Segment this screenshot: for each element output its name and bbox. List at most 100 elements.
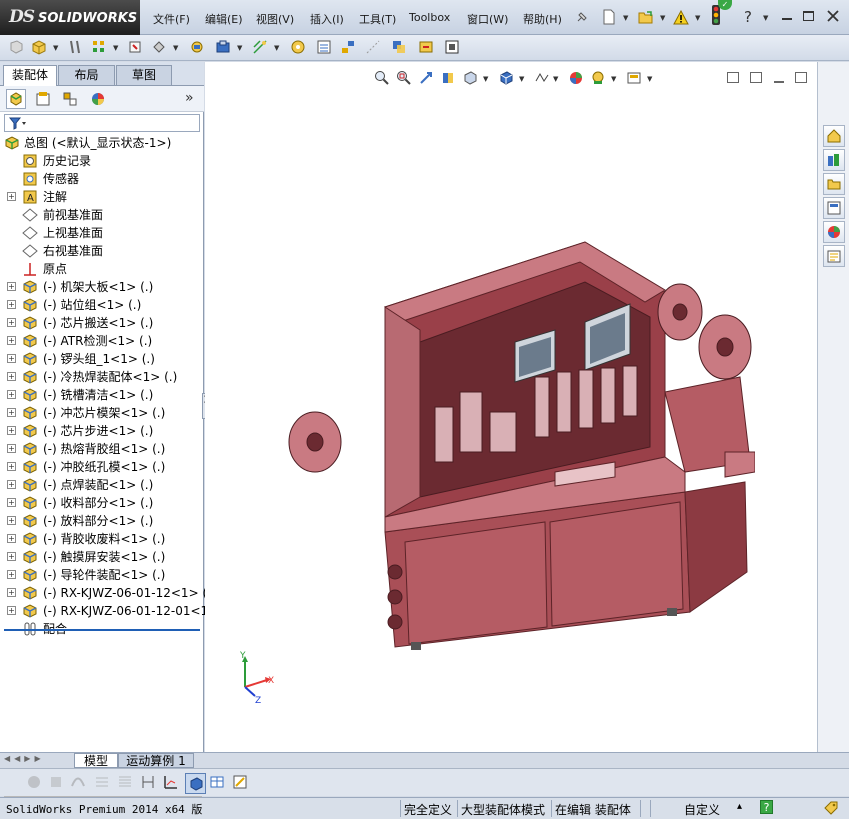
tree-node-label[interactable]: 历史记录 xyxy=(43,152,91,170)
help-icon[interactable]: ? xyxy=(744,8,752,26)
tree-expand-icon[interactable]: + xyxy=(7,282,16,291)
orientation-dropdown-icon[interactable]: ▼ xyxy=(519,75,524,83)
tree-node-label[interactable]: (-) RX-KJWZ-06-01-12<1> (A xyxy=(43,584,215,602)
annotation-dropdown-icon[interactable]: ▼ xyxy=(483,75,488,83)
tree-node-label[interactable]: 传感器 xyxy=(43,170,79,188)
zebra-stripes-icon[interactable] xyxy=(116,773,134,791)
tree-expand-icon[interactable]: + xyxy=(7,426,16,435)
warning-dropdown-icon[interactable]: ▼ xyxy=(695,14,700,22)
display-manager-icon[interactable] xyxy=(88,89,108,109)
assembly-model-view[interactable] xyxy=(285,172,755,652)
view-palette-icon[interactable] xyxy=(823,197,845,219)
tree-node-label[interactable]: (-) 放料部分<1> (.) xyxy=(43,512,153,530)
rebuild-warning-icon[interactable] xyxy=(672,8,690,26)
configuration-manager-icon[interactable] xyxy=(60,89,80,109)
tree-node[interactable]: 上视基准面 xyxy=(0,224,204,242)
tree-node-label[interactable]: (-) 冲芯片模架<1> (.) xyxy=(43,404,165,422)
move-component-icon[interactable] xyxy=(150,38,168,56)
tree-node[interactable]: + (-) 背胶收废料<1> (.) xyxy=(0,530,204,548)
viewport-minimize-button[interactable] xyxy=(774,81,784,83)
window-minimize-button[interactable] xyxy=(782,18,792,20)
solidworks-resources-icon[interactable] xyxy=(823,125,845,147)
help-dropdown-icon[interactable]: ▼ xyxy=(763,14,768,22)
tree-node-label[interactable]: (-) 站位组<1> (.) xyxy=(43,296,141,314)
menu-file[interactable]: 文件(F) xyxy=(153,11,190,27)
curvature-icon[interactable] xyxy=(69,773,87,791)
tree-expand-icon[interactable]: + xyxy=(7,606,16,615)
design-library-icon[interactable] xyxy=(823,149,845,171)
menu-tools[interactable]: 工具(T) xyxy=(359,11,396,27)
new-part-icon[interactable] xyxy=(30,38,48,56)
tree-node[interactable]: + (-) 导轮件装配<1> (.) xyxy=(0,566,204,584)
zoom-to-fit-icon[interactable] xyxy=(373,69,391,87)
tree-node[interactable]: 历史记录 xyxy=(0,152,204,170)
menu-edit[interactable]: 编辑(E) xyxy=(205,11,243,27)
shaded-view-icon[interactable] xyxy=(185,773,206,794)
tree-node[interactable]: + (-) 冲胶纸孔模<1> (.) xyxy=(0,458,204,476)
expand-panel-icon[interactable]: » xyxy=(185,90,194,106)
tree-expand-icon[interactable]: + xyxy=(7,390,16,399)
tree-node[interactable]: + (-) RX-KJWZ-06-01-12<1> (A xyxy=(0,584,215,602)
tree-node[interactable]: 右视基准面 xyxy=(0,242,204,260)
tree-expand-icon[interactable]: + xyxy=(7,480,16,489)
dimension-icon[interactable] xyxy=(139,773,157,791)
tree-node[interactable]: + (-) 锣头组_1<1> (.) xyxy=(0,350,204,368)
viewport-restore-button[interactable] xyxy=(795,72,807,83)
table-view-icon[interactable] xyxy=(208,773,226,791)
tree-node-label[interactable]: (-) 收料部分<1> (.) xyxy=(43,494,153,512)
tree-node[interactable]: 原点 xyxy=(0,260,204,278)
menu-window[interactable]: 窗口(W) xyxy=(467,11,508,27)
tree-node[interactable]: + (-) 触摸屏安装<1> (.) xyxy=(0,548,204,566)
graphics-area[interactable]: ▼ ▼ ▼ ▼ ▼ Y X Z xyxy=(205,62,831,752)
insert-component-icon[interactable] xyxy=(7,38,25,56)
mate-icon[interactable] xyxy=(66,38,84,56)
hidden-lines-icon[interactable] xyxy=(47,773,65,791)
quick-tips-help-icon[interactable]: ? xyxy=(760,800,773,814)
filter-icon[interactable] xyxy=(9,117,27,130)
previous-view-icon[interactable] xyxy=(417,69,435,87)
window-restore-button[interactable] xyxy=(803,11,814,21)
tree-node-label[interactable]: (-) 锣头组_1<1> (.) xyxy=(43,350,155,368)
tree-node-label[interactable]: (-) RX-KJWZ-06-01-12-01<1> xyxy=(43,602,218,620)
view-orientation-icon[interactable] xyxy=(497,69,515,87)
tree-node[interactable]: + (-) ATR检测<1> (.) xyxy=(0,332,204,350)
open-dropdown-icon[interactable]: ▼ xyxy=(660,14,665,22)
tree-node-label[interactable]: 右视基准面 xyxy=(43,242,103,260)
tree-expand-icon[interactable]: + xyxy=(7,534,16,543)
tree-node-label[interactable]: 上视基准面 xyxy=(43,224,103,242)
draft-quality-icon[interactable] xyxy=(25,773,43,791)
bill-of-materials-icon[interactable] xyxy=(315,38,333,56)
instant3d-icon[interactable] xyxy=(443,38,461,56)
tree-node-label[interactable]: (-) ATR检测<1> (.) xyxy=(43,332,152,350)
reference-geometry-icon[interactable] xyxy=(251,38,269,56)
tree-expand-icon[interactable]: + xyxy=(7,372,16,381)
tree-expand-icon[interactable]: + xyxy=(7,444,16,453)
tab-sketch[interactable]: 草图 xyxy=(116,65,172,85)
tab-nav-arrows[interactable]: ◀◀▶▶ xyxy=(4,754,68,767)
tab-model[interactable]: 模型 xyxy=(74,753,118,768)
view-settings-dropdown-icon[interactable]: ▼ xyxy=(647,75,652,83)
tree-node[interactable]: 总图 (<默认_显示状态-1>) xyxy=(0,134,204,152)
tag-icon[interactable] xyxy=(823,800,839,819)
feature-tree-icon[interactable] xyxy=(6,89,26,109)
appearance-icon[interactable] xyxy=(567,69,585,87)
tree-node-label[interactable]: (-) 铣槽清洁<1> (.) xyxy=(43,386,153,404)
tree-node-label[interactable]: (-) 背胶收废料<1> (.) xyxy=(43,530,165,548)
tree-node[interactable]: 前视基准面 xyxy=(0,206,204,224)
pin-icon[interactable] xyxy=(573,8,591,26)
move-dropdown-icon[interactable]: ▼ xyxy=(173,44,178,52)
tree-node-label[interactable]: (-) 机架大板<1> (.) xyxy=(43,278,153,296)
tree-node[interactable]: + (-) 放料部分<1> (.) xyxy=(0,512,204,530)
view-settings-icon[interactable] xyxy=(625,69,643,87)
solidworks-logo[interactable]: DS SOLIDWORKS xyxy=(0,0,140,35)
tree-node[interactable]: + (-) 点焊装配<1> (.) xyxy=(0,476,204,494)
tree-node[interactable]: + (-) RX-KJWZ-06-01-12-01<1> xyxy=(0,602,218,620)
appearances-scenes-icon[interactable] xyxy=(823,221,845,243)
menu-toolbox[interactable]: Toolbox xyxy=(409,11,450,24)
tree-expand-icon[interactable]: + xyxy=(7,552,16,561)
menu-view[interactable]: 视图(V) xyxy=(256,11,294,27)
scene-dropdown-icon[interactable]: ▼ xyxy=(611,75,616,83)
file-explorer-icon[interactable] xyxy=(823,173,845,195)
feature-filter-input[interactable] xyxy=(4,114,200,132)
tree-node-label[interactable]: 总图 (<默认_显示状态-1>) xyxy=(24,134,171,152)
